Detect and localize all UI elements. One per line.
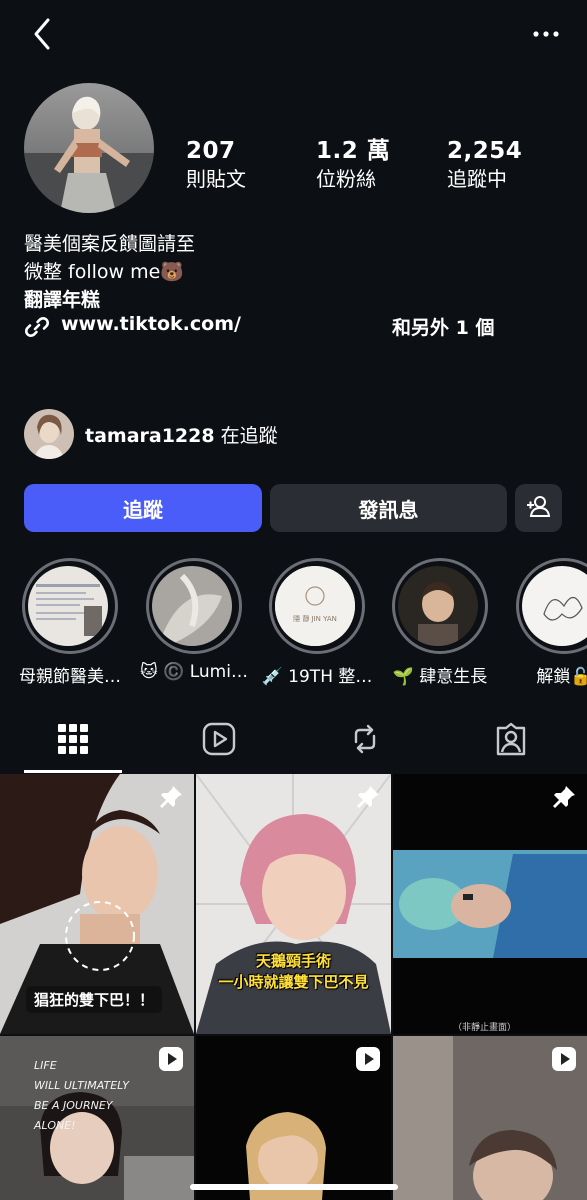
post-thumbnail[interactable]: LIFE WILL ULTIMATELY BE A JOURNEY ALONE! <box>0 1036 194 1200</box>
post-caption: 天鵝頸手術 一小時就讓雙下巴不見 <box>196 950 391 992</box>
followers-count-value: 1.2 萬 <box>316 138 391 164</box>
add-user-button[interactable] <box>515 484 562 532</box>
post-caption: 猖狂的雙下巴！！ <box>26 986 163 1013</box>
highlight-cover <box>398 566 478 646</box>
highlight-cover <box>28 566 108 646</box>
post-caption-line: WILL ULTIMATELY <box>34 1079 129 1092</box>
post-caption-line: 一小時就讓雙下巴不見 <box>218 973 369 991</box>
highlight-item[interactable]: 隱 靜 JIN YAN 💉 19TH 整… <box>262 558 372 688</box>
post-thumbnail[interactable]: 猖狂的雙下巴！！ <box>0 774 194 1034</box>
tab-reposts[interactable] <box>316 712 414 772</box>
highlight-item[interactable]: 解鎖🔓 <box>514 558 587 688</box>
highlight-label: 母親節醫美… <box>19 667 121 687</box>
highlight-label: 💉 19TH 整… <box>261 667 373 687</box>
mutual-follower-avatar <box>24 409 74 459</box>
highlight-label: 🌱 肆意生長 <box>392 667 488 687</box>
active-tab-indicator <box>24 770 122 773</box>
tagged-icon <box>496 722 526 756</box>
repost-icon <box>354 724 376 754</box>
highlight-label: 解鎖🔓 <box>536 667 587 687</box>
reels-icon <box>202 722 236 756</box>
following-count[interactable]: 2,254 追蹤中 <box>447 136 522 192</box>
profile-tabs <box>0 712 587 774</box>
highlight-item[interactable]: 母親節醫美… <box>19 558 121 688</box>
tab-reels[interactable] <box>170 712 268 772</box>
chevron-left-icon[interactable] <box>26 14 58 54</box>
bio: 醫美個案反饋圖請至 微整 follow me🐻 翻譯年糕 <box>24 230 195 314</box>
highlight-item[interactable]: 🌱 肆意生長 <box>390 558 490 688</box>
profile-avatar[interactable] <box>24 83 154 213</box>
post-thumbnail[interactable]: 天鵝頸手術 一小時就讓雙下巴不見 <box>196 774 391 1034</box>
bio-link-others[interactable]: 和另外 1 個 <box>392 313 494 340</box>
pin-icon <box>551 784 577 810</box>
mutual-follower[interactable]: tamara1228 在追蹤 <box>24 408 424 460</box>
post-thumbnail[interactable] <box>393 1036 587 1200</box>
pin-icon <box>355 784 381 810</box>
highlight-cover-text: 隱 靜 JIN YAN <box>293 615 337 623</box>
grid-icon <box>58 724 88 754</box>
post-grid: 猖狂的雙下巴！！ 天鵝頸手術 一小時就讓雙下巴不見 （非靜止畫面） LIFE W… <box>0 774 587 1200</box>
highlight-cover <box>152 566 232 646</box>
pin-icon <box>158 784 184 810</box>
tab-posts[interactable] <box>24 712 122 772</box>
posts-count-value: 207 <box>186 138 236 164</box>
followers-count-label: 位粉絲 <box>316 167 376 191</box>
following-count-label: 追蹤中 <box>447 167 507 191</box>
mutual-follower-username: tamara1228 <box>85 425 215 447</box>
bio-link-url[interactable]: www.tiktok.com/ <box>61 313 241 335</box>
tab-tagged[interactable] <box>462 712 560 772</box>
post-caption-line: BE A JOURNEY <box>34 1099 113 1112</box>
highlight-item[interactable]: 🐱 ©️ Lumi… <box>140 558 248 688</box>
home-indicator[interactable] <box>190 1184 398 1190</box>
reel-badge-icon <box>355 1046 381 1072</box>
post-caption-line: ALONE! <box>34 1119 76 1132</box>
highlight-label: 🐱 ©️ Lumi… <box>140 662 248 682</box>
highlight-cover: 隱 靜 JIN YAN <box>275 566 355 646</box>
mutual-follower-suffix: 在追蹤 <box>214 425 278 447</box>
add-user-icon <box>526 494 552 523</box>
post-caption-line: 天鵝頸手術 <box>255 952 331 970</box>
bio-line-1: 醫美個案反饋圖請至 <box>24 233 196 255</box>
bio-links[interactable]: www.tiktok.com/ 和另外 1 個 <box>24 312 564 342</box>
more-horizontal-icon[interactable] <box>529 22 563 46</box>
story-highlights: 母親節醫美… 🐱 ©️ Lumi… 隱 靜 JIN YAN 💉 19TH 整… … <box>0 558 587 688</box>
post-caption-line: LIFE <box>34 1059 57 1072</box>
translate-bio-link[interactable]: 翻譯年糕 <box>24 286 195 314</box>
post-caption: （非靜止畫面） <box>453 1023 517 1033</box>
followers-count[interactable]: 1.2 萬 位粉絲 <box>316 136 390 192</box>
bio-line-2: 微整 follow me🐻 <box>24 261 184 283</box>
follow-button[interactable]: 追蹤 <box>24 484 262 532</box>
link-icon <box>24 314 50 340</box>
message-button[interactable]: 發訊息 <box>270 484 507 532</box>
reel-badge-icon <box>551 1046 577 1072</box>
posts-count[interactable]: 207 則貼文 <box>186 136 246 192</box>
post-thumbnail[interactable]: （非靜止畫面） <box>393 774 587 1034</box>
posts-count-label: 則貼文 <box>186 167 246 191</box>
post-thumbnail[interactable] <box>196 1036 391 1200</box>
top-bar <box>0 0 587 70</box>
post-caption: LIFE WILL ULTIMATELY BE A JOURNEY ALONE! <box>34 1056 129 1136</box>
following-count-value: 2,254 <box>447 138 523 164</box>
reel-badge-icon <box>158 1046 184 1072</box>
